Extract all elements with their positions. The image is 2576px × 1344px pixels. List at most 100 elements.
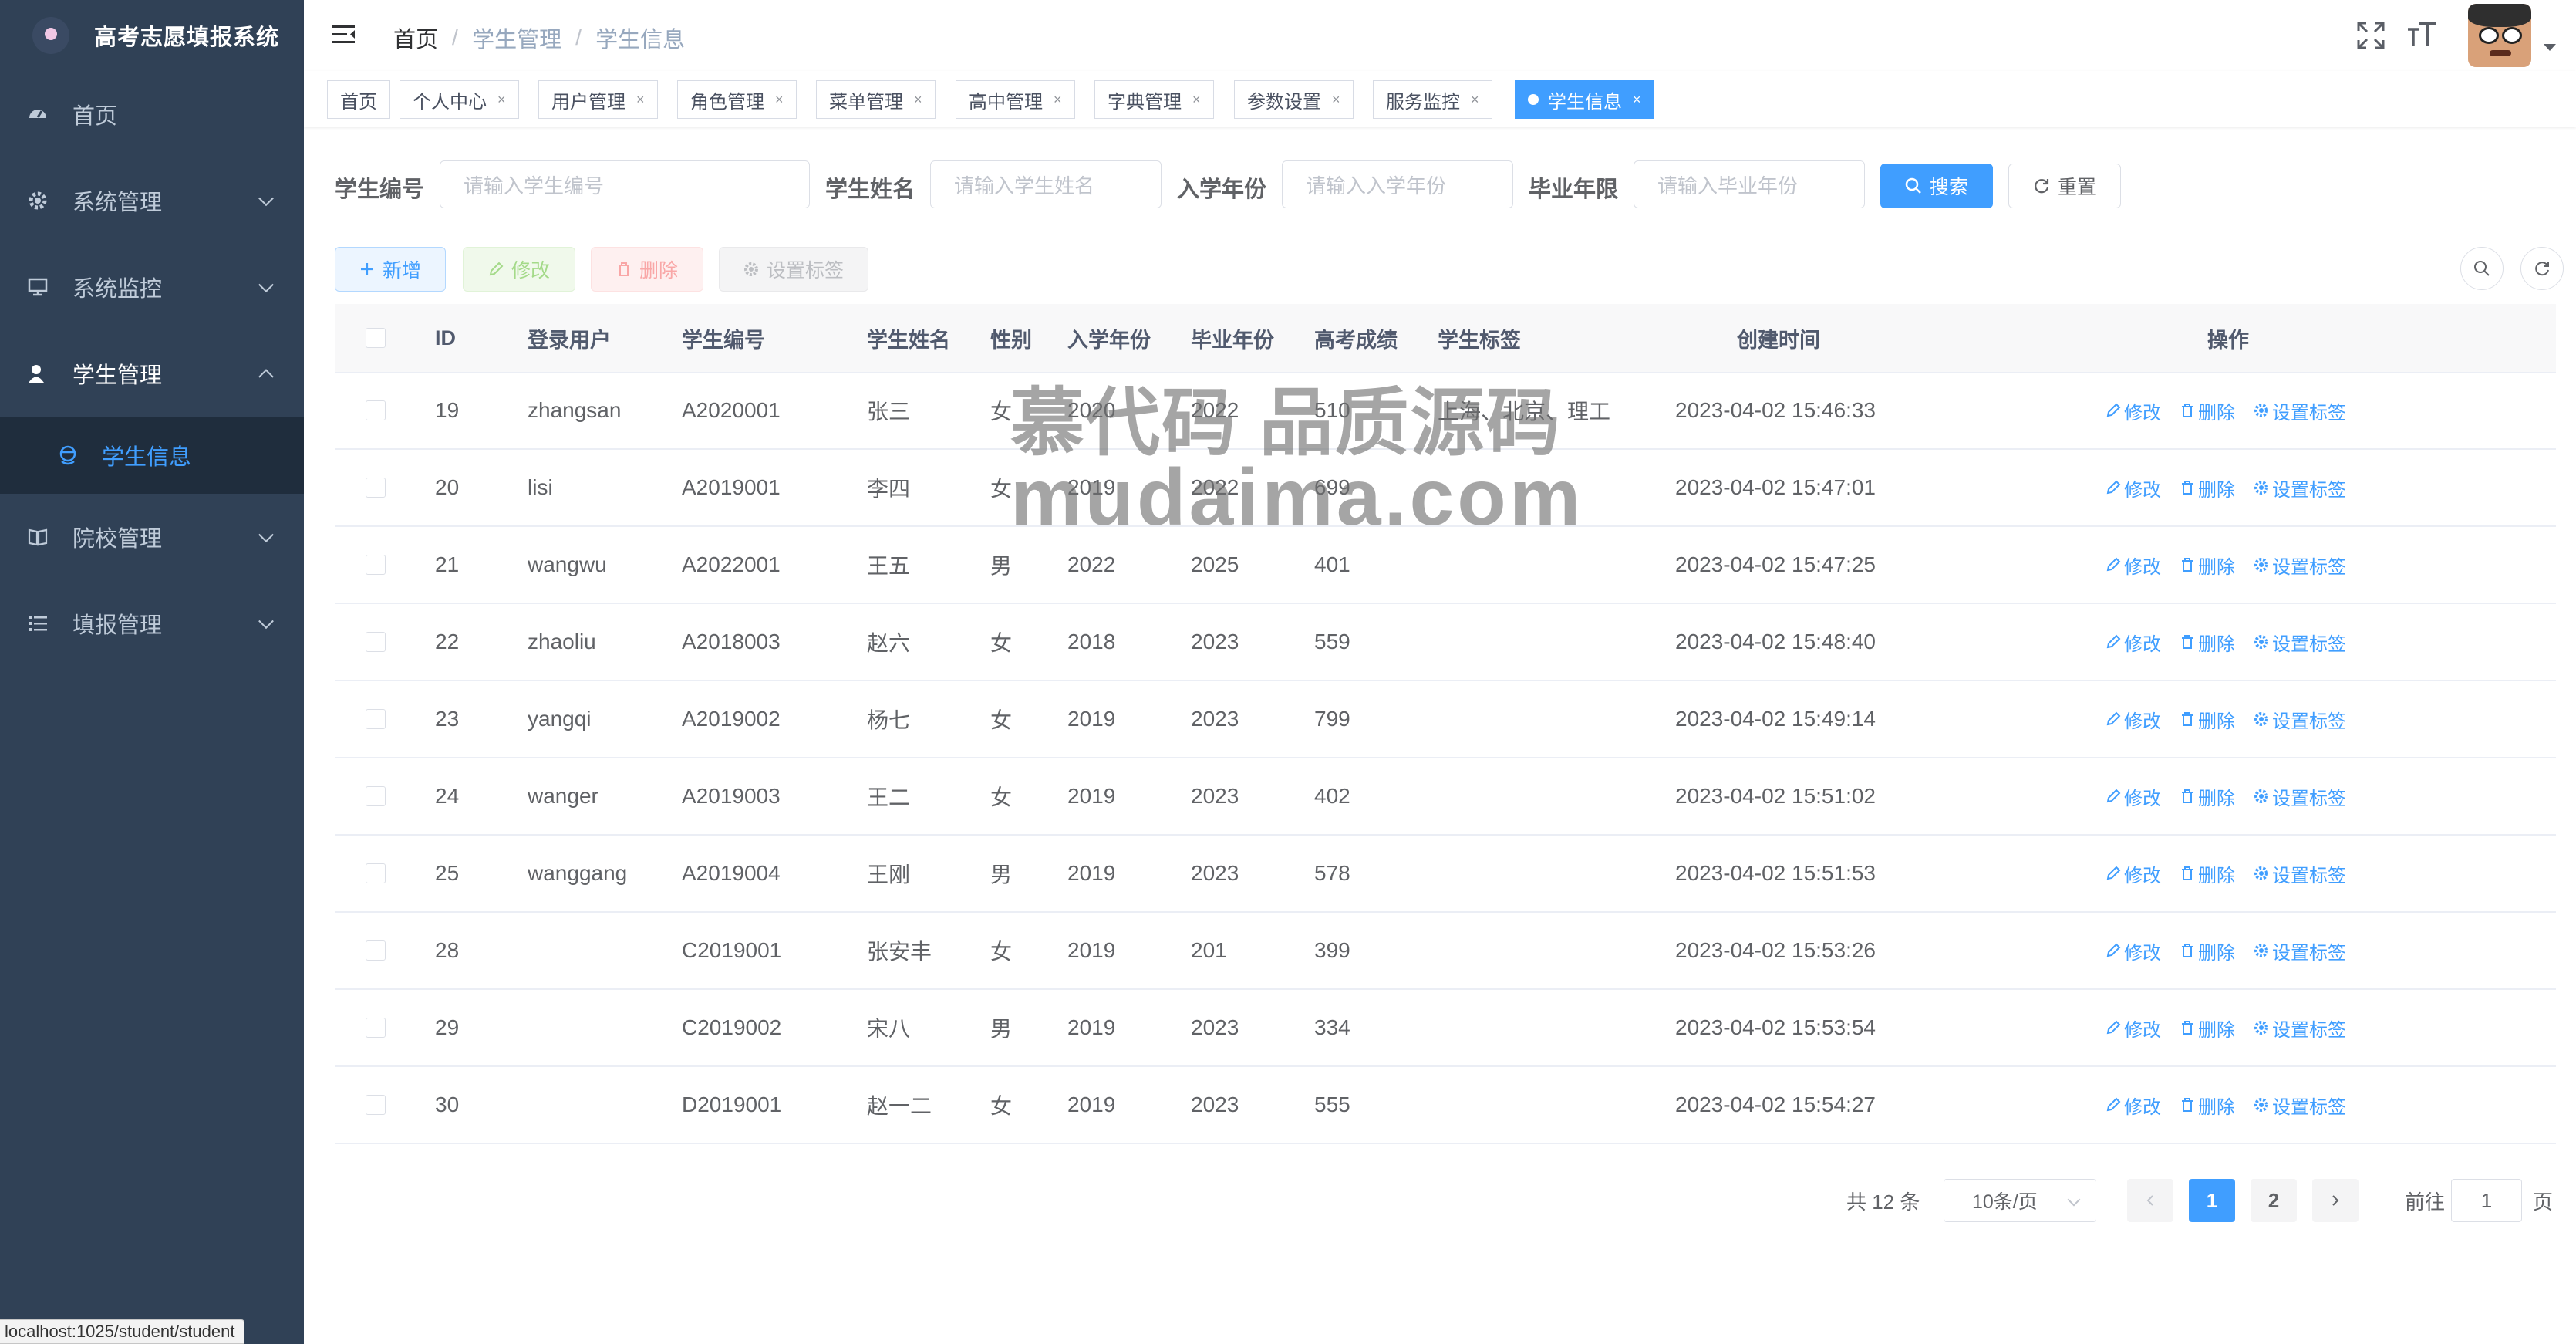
close-icon[interactable]: × — [1054, 92, 1062, 108]
search-button[interactable]: 搜索 — [1880, 164, 1993, 208]
row-actions: 修改 删除 设置标签 — [2106, 604, 2365, 680]
tab-params[interactable]: 参数设置 × — [1234, 80, 1354, 119]
row-checkbox[interactable] — [366, 863, 386, 883]
set-tag-link[interactable]: 设置标签 — [2254, 783, 2346, 810]
close-icon[interactable]: × — [1471, 92, 1479, 108]
brand[interactable]: 高考志愿填报系统 — [0, 0, 304, 71]
grad-year-input[interactable]: 请输入毕业年份 — [1634, 160, 1865, 208]
row-actions: 修改 删除 设置标签 — [2106, 836, 2365, 911]
delete-link[interactable]: 删除 — [2180, 860, 2235, 887]
tab-student-info[interactable]: 学生信息 × — [1515, 80, 1654, 119]
action-label: 修改 — [2124, 942, 2161, 964]
row-checkbox[interactable] — [366, 478, 386, 498]
reset-button[interactable]: 重置 — [2008, 164, 2121, 208]
edit-link[interactable]: 修改 — [2106, 783, 2161, 810]
row-checkbox[interactable] — [366, 1018, 386, 1038]
page-2-button[interactable]: 2 — [2251, 1179, 2297, 1222]
tab-home[interactable]: 首页 — [327, 80, 390, 119]
row-checkbox[interactable] — [366, 1095, 386, 1115]
close-icon[interactable]: × — [497, 92, 506, 108]
tab-high-schools[interactable]: 高中管理 × — [956, 80, 1075, 119]
edit-button[interactable]: 修改 — [463, 247, 575, 292]
sidebar-item-students[interactable]: 学生管理 — [0, 330, 304, 417]
edit-link[interactable]: 修改 — [2106, 1015, 2161, 1042]
edit-link[interactable]: 修改 — [2106, 629, 2161, 656]
row-checkbox[interactable] — [366, 786, 386, 806]
delete-link[interactable]: 删除 — [2180, 397, 2235, 424]
sidebar-item-label: 院校管理 — [72, 527, 163, 552]
set-tag-link[interactable]: 设置标签 — [2254, 937, 2346, 964]
page-1-button[interactable]: 1 — [2189, 1179, 2235, 1222]
delete-link[interactable]: 删除 — [2180, 706, 2235, 733]
tab-menus[interactable]: 菜单管理 × — [816, 80, 936, 119]
trash-icon — [2180, 1020, 2198, 1035]
set-tag-link[interactable]: 设置标签 — [2254, 1015, 2346, 1042]
close-icon[interactable]: × — [636, 92, 645, 108]
close-icon[interactable]: × — [1633, 92, 1641, 108]
next-page-button[interactable] — [2312, 1179, 2359, 1222]
sidebar-item-applications[interactable]: 填报管理 — [0, 580, 304, 667]
set-tag-link[interactable]: 设置标签 — [2254, 1092, 2346, 1119]
edit-link[interactable]: 修改 — [2106, 474, 2161, 501]
goto-page-input[interactable]: 1 — [2451, 1179, 2522, 1222]
breadcrumb-home[interactable]: 首页 — [393, 22, 438, 54]
student-name-input[interactable]: 请输入学生姓名 — [930, 160, 1162, 208]
edit-link[interactable]: 修改 — [2106, 397, 2161, 424]
close-icon[interactable]: × — [775, 92, 784, 108]
set-tag-link[interactable]: 设置标签 — [2254, 629, 2346, 656]
refresh-table-button[interactable] — [2520, 247, 2564, 290]
delete-link[interactable]: 删除 — [2180, 783, 2235, 810]
tab-dictionary[interactable]: 字典管理 × — [1094, 80, 1214, 119]
page-size-select[interactable]: 10条/页 — [1944, 1179, 2096, 1222]
sidebar-subitem-student-info[interactable]: 学生信息 — [0, 417, 304, 494]
tab-server-monitor[interactable]: 服务监控 × — [1373, 80, 1492, 119]
hamburger-icon[interactable] — [330, 22, 356, 48]
action-label: 删除 — [2198, 865, 2235, 886]
set-tag-link[interactable]: 设置标签 — [2254, 552, 2346, 579]
row-checkbox[interactable] — [366, 709, 386, 729]
edit-link[interactable]: 修改 — [2106, 552, 2161, 579]
set-tag-link[interactable]: 设置标签 — [2254, 474, 2346, 501]
delete-link[interactable]: 删除 — [2180, 474, 2235, 501]
row-checkbox[interactable] — [366, 400, 386, 420]
edit-link[interactable]: 修改 — [2106, 706, 2161, 733]
prev-page-button[interactable] — [2127, 1179, 2173, 1222]
enroll-year-input[interactable]: 请输入入学年份 — [1282, 160, 1513, 208]
cell-id: 24 — [435, 784, 460, 808]
close-icon[interactable]: × — [1192, 92, 1201, 108]
select-all-checkbox[interactable] — [366, 328, 386, 348]
fullscreen-icon[interactable] — [2354, 19, 2388, 52]
delete-link[interactable]: 删除 — [2180, 552, 2235, 579]
row-checkbox[interactable] — [366, 632, 386, 652]
tab-users[interactable]: 用户管理 × — [538, 80, 658, 119]
sidebar-item-system[interactable]: 系统管理 — [0, 157, 304, 244]
row-checkbox[interactable] — [366, 940, 386, 961]
set-tag-link[interactable]: 设置标签 — [2254, 860, 2346, 887]
set-tag-link[interactable]: 设置标签 — [2254, 397, 2346, 424]
sidebar-item-colleges[interactable]: 院校管理 — [0, 494, 304, 580]
delete-link[interactable]: 删除 — [2180, 937, 2235, 964]
add-button[interactable]: 新增 — [335, 247, 446, 292]
tab-profile[interactable]: 个人中心 × — [400, 80, 519, 119]
toggle-search-button[interactable] — [2460, 247, 2504, 290]
cell-id: 20 — [435, 475, 460, 499]
edit-link[interactable]: 修改 — [2106, 1092, 2161, 1119]
set-tag-link[interactable]: 设置标签 — [2254, 706, 2346, 733]
font-size-icon[interactable] — [2405, 19, 2439, 52]
student-no-input[interactable]: 请输入学生编号 — [440, 160, 810, 208]
edit-link[interactable]: 修改 — [2106, 860, 2161, 887]
row-checkbox[interactable] — [366, 555, 386, 575]
tab-roles[interactable]: 角色管理 × — [677, 80, 797, 119]
delete-link[interactable]: 删除 — [2180, 1015, 2235, 1042]
edit-link[interactable]: 修改 — [2106, 937, 2161, 964]
delete-link[interactable]: 删除 — [2180, 629, 2235, 656]
sidebar-item-monitor[interactable]: 系统监控 — [0, 244, 304, 330]
close-icon[interactable]: × — [914, 92, 922, 108]
avatar[interactable] — [2468, 4, 2531, 67]
caret-down-icon[interactable] — [2544, 43, 2556, 51]
close-icon[interactable]: × — [1332, 92, 1340, 108]
sidebar-item-home[interactable]: 首页 — [0, 71, 304, 157]
delete-link[interactable]: 删除 — [2180, 1092, 2235, 1119]
delete-button[interactable]: 删除 — [591, 247, 703, 292]
set-tag-button[interactable]: 设置标签 — [719, 247, 868, 292]
